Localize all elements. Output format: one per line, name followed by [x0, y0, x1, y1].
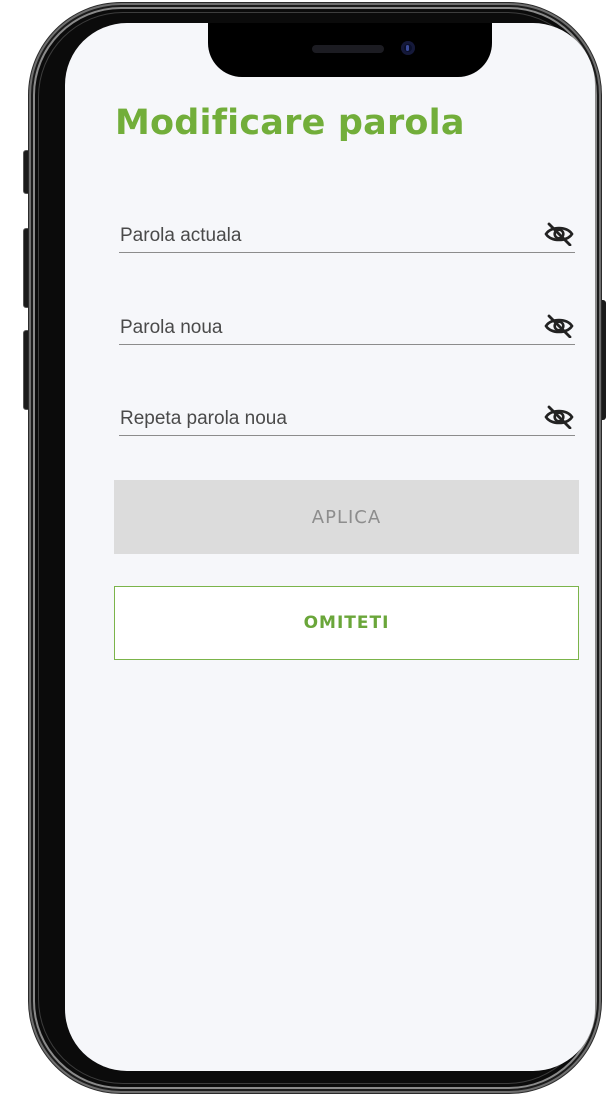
- new-password-field[interactable]: Parola noua: [119, 300, 575, 345]
- eye-off-icon[interactable]: [543, 222, 575, 247]
- skip-button[interactable]: OMITETI: [114, 586, 579, 660]
- eye-off-icon[interactable]: [543, 405, 575, 430]
- notch: [208, 23, 492, 77]
- page-title: Modificare parola: [115, 103, 465, 143]
- current-password-field[interactable]: Parola actuala: [119, 208, 575, 253]
- camera-icon: [401, 41, 415, 55]
- repeat-password-field[interactable]: Repeta parola noua: [119, 391, 575, 436]
- eye-off-icon[interactable]: [543, 314, 575, 339]
- repeat-password-label: Repeta parola noua: [120, 408, 287, 429]
- current-password-label: Parola actuala: [120, 225, 242, 246]
- speaker-grille: [312, 45, 384, 53]
- device-mockup: Modificare parola Parola actuala Parola …: [0, 0, 606, 1095]
- apply-button[interactable]: APLICA: [114, 480, 579, 554]
- phone-frame: Modificare parola Parola actuala Parola …: [29, 3, 601, 1093]
- power-button: [601, 300, 606, 420]
- new-password-label: Parola noua: [120, 317, 223, 338]
- app-screen: Modificare parola Parola actuala Parola …: [65, 23, 595, 1071]
